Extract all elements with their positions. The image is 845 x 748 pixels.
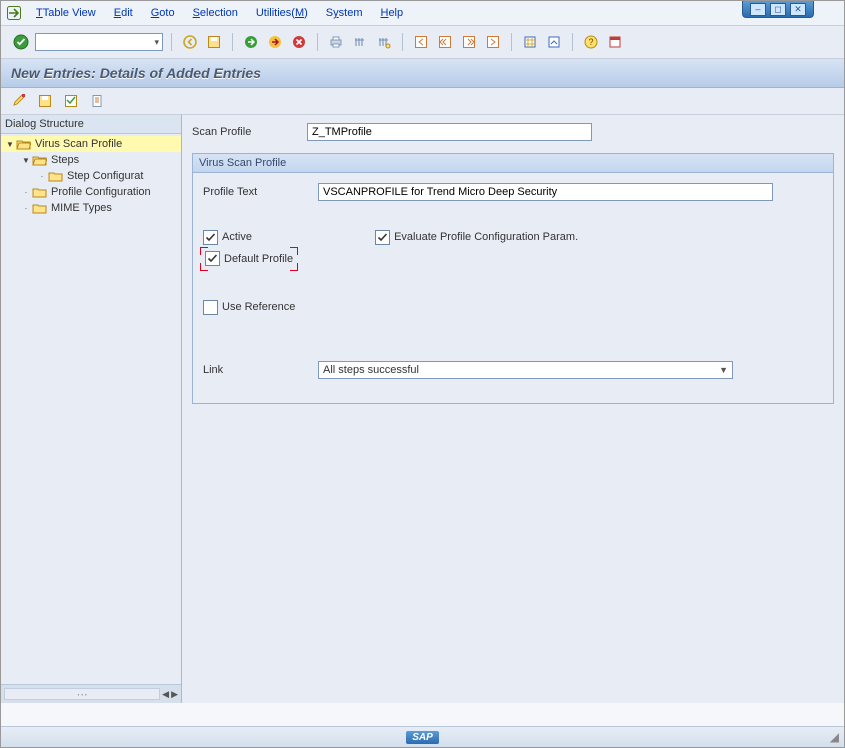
page-last-icon[interactable]: [483, 32, 503, 52]
expand-icon[interactable]: ·: [37, 172, 47, 181]
tree-node[interactable]: ▼ Steps: [1, 152, 181, 168]
tree-node[interactable]: · Step Configurat: [1, 168, 181, 184]
dialog-structure-tree[interactable]: ▼Virus Scan Profile▼Steps·Step Configura…: [1, 134, 181, 684]
link-label: Link: [203, 364, 318, 376]
restore-button[interactable]: ◻: [770, 3, 786, 16]
tree-node-label: Steps: [50, 154, 79, 166]
body: Dialog Structure ▼Virus Scan Profile▼Ste…: [1, 115, 844, 703]
cancel-icon[interactable]: [265, 32, 285, 52]
menu-bar: TTable ViewTable View Edit Goto Selectio…: [1, 1, 844, 26]
profile-text-input[interactable]: [318, 183, 773, 201]
change-icon[interactable]: [9, 91, 29, 111]
find-icon[interactable]: [350, 32, 370, 52]
find-next-icon[interactable]: [374, 32, 394, 52]
resize-grip-icon[interactable]: ◢: [830, 730, 839, 744]
window-controls: ‒ ◻ ✕: [742, 1, 814, 18]
content: Scan Profile Virus Scan Profile Profile …: [182, 115, 844, 703]
folder-open-icon: [15, 137, 31, 151]
minimize-button[interactable]: ‒: [750, 3, 766, 16]
page-first-icon[interactable]: [411, 32, 431, 52]
tree-node[interactable]: · MIME Types: [1, 200, 181, 216]
action-bar: [1, 88, 844, 115]
scan-profile-label: Scan Profile: [192, 126, 307, 138]
use-reference-label: Use Reference: [222, 301, 295, 313]
exit-icon[interactable]: [241, 32, 261, 52]
tree-node-label: Step Configurat: [66, 170, 143, 182]
sidebar-scrollbar[interactable]: ⋯ ◀ ▶: [1, 684, 181, 703]
status-bar: SAP ◢: [1, 726, 844, 747]
save2-icon[interactable]: [35, 91, 55, 111]
tree-node-label: Profile Configuration: [50, 186, 151, 198]
folder-closed-icon: [31, 185, 47, 199]
menu-help[interactable]: Help: [371, 1, 412, 25]
tree-node-label: MIME Types: [50, 202, 112, 214]
group-title: Virus Scan Profile: [193, 154, 833, 173]
menu-utilities[interactable]: Utilities(M): [247, 1, 317, 25]
print-icon[interactable]: [326, 32, 346, 52]
expand-icon[interactable]: ·: [21, 204, 31, 213]
save-as-icon[interactable]: [61, 91, 81, 111]
app-toolbar: ▾ ?: [1, 26, 844, 59]
menu-system[interactable]: System: [317, 1, 372, 25]
page-title: New Entries: Details of Added Entries: [11, 65, 261, 81]
eval-param-label: Evaluate Profile Configuration Param.: [394, 231, 578, 243]
command-field[interactable]: ▾: [35, 33, 163, 51]
sidebar: Dialog Structure ▼Virus Scan Profile▼Ste…: [1, 115, 182, 703]
use-reference-checkbox[interactable]: [203, 300, 218, 315]
active-label: Active: [222, 231, 252, 243]
help-icon[interactable]: ?: [581, 32, 601, 52]
folder-closed-icon: [31, 201, 47, 215]
tree-node[interactable]: ▼ Virus Scan Profile: [1, 136, 181, 152]
sidebar-heading: Dialog Structure: [1, 115, 181, 134]
menu-selection[interactable]: Selection: [184, 1, 247, 25]
profile-text-label: Profile Text: [203, 186, 318, 198]
new-session-icon[interactable]: [520, 32, 540, 52]
tree-node[interactable]: · Profile Configuration: [1, 184, 181, 200]
expand-icon[interactable]: ▼: [21, 156, 31, 165]
sap-logo: SAP: [406, 731, 439, 744]
folder-closed-icon: [47, 169, 63, 183]
scroll-track[interactable]: ⋯: [4, 688, 160, 700]
link-value: All steps successful: [323, 364, 419, 376]
active-checkbox[interactable]: [203, 230, 218, 245]
expand-icon[interactable]: ·: [21, 188, 31, 197]
copy-icon[interactable]: [87, 91, 107, 111]
chevron-down-icon: ▼: [719, 365, 728, 375]
default-profile-label: Default Profile: [224, 253, 293, 265]
page-next-icon[interactable]: [459, 32, 479, 52]
ok-icon[interactable]: [11, 32, 31, 52]
title-bar: New Entries: Details of Added Entries: [1, 59, 844, 88]
shortcut-icon[interactable]: [544, 32, 564, 52]
close-button[interactable]: ✕: [790, 3, 806, 16]
expand-icon[interactable]: ▼: [5, 140, 15, 149]
save-icon[interactable]: [204, 32, 224, 52]
virus-scan-profile-group: Virus Scan Profile Profile Text Active: [192, 153, 834, 404]
layout-icon[interactable]: [605, 32, 625, 52]
back-icon[interactable]: [180, 32, 200, 52]
svg-text:?: ?: [588, 37, 593, 47]
menu-goto[interactable]: Goto: [142, 1, 184, 25]
stop-icon[interactable]: [289, 32, 309, 52]
link-select[interactable]: All steps successful ▼: [318, 361, 733, 379]
eval-param-checkbox[interactable]: [375, 230, 390, 245]
tree-node-label: Virus Scan Profile: [34, 138, 122, 150]
scroll-left-icon[interactable]: ◀: [162, 689, 169, 700]
folder-open-icon: [31, 153, 47, 167]
scan-profile-input[interactable]: [307, 123, 592, 141]
page-prev-icon[interactable]: [435, 32, 455, 52]
scroll-right-icon[interactable]: ▶: [171, 689, 178, 700]
menu-icon[interactable]: [5, 4, 23, 22]
menu-edit[interactable]: Edit: [105, 1, 142, 25]
menu-table-view[interactable]: TTable ViewTable View: [27, 1, 105, 25]
